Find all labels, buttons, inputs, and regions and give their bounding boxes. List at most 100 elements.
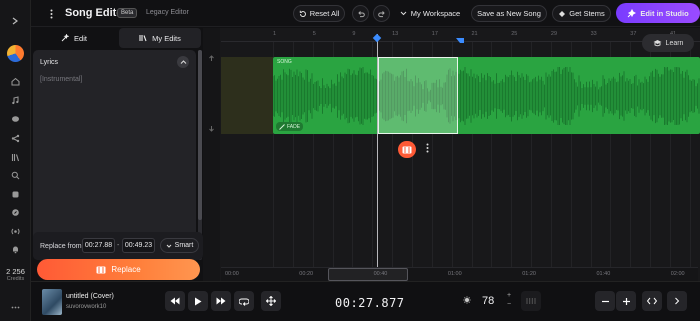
menu-icon[interactable]	[45, 5, 57, 22]
expand-sidebar-icon[interactable]	[8, 14, 22, 28]
save-as-new-song-button[interactable]: Save as New Song	[471, 5, 547, 22]
get-stems-button[interactable]: Get Stems	[552, 5, 611, 22]
song-cover-art[interactable]	[42, 289, 62, 315]
redo-button[interactable]	[373, 5, 390, 22]
song-title[interactable]: untitled (Cover)	[66, 293, 114, 300]
bpm-increase[interactable]: +	[507, 292, 511, 299]
snap-button[interactable]	[261, 291, 281, 311]
tab-edit[interactable]: Edit	[33, 28, 115, 48]
overview-time-label: 00:40	[373, 271, 388, 277]
library-icon[interactable]	[8, 150, 22, 164]
chat-icon[interactable]	[8, 112, 22, 126]
editor-header: Song Editor Beta Legacy Editor Reset All…	[31, 0, 700, 27]
metronome-icon[interactable]	[463, 296, 471, 306]
playhead[interactable]	[377, 34, 378, 281]
edit-in-studio-button[interactable]: Edit in Studio	[616, 3, 700, 23]
timeline[interactable]: 159131721252933374145 SONG FADE Learn	[203, 28, 700, 281]
fit-width-icon	[647, 297, 657, 305]
ruler-tick: 21	[471, 31, 478, 37]
follow-playhead-button[interactable]	[667, 291, 687, 311]
redo-icon	[377, 10, 385, 17]
range-separator: -	[117, 242, 120, 249]
fade-button[interactable]: FADE	[276, 122, 304, 131]
play-button[interactable]	[188, 291, 208, 311]
workspace-selector[interactable]: My Workspace	[395, 5, 465, 22]
clip-label: SONG	[277, 59, 292, 65]
explore-icon[interactable]	[8, 205, 22, 219]
selection-end-marker[interactable]	[456, 38, 464, 43]
learn-button[interactable]: Learn	[642, 34, 694, 52]
notifications-icon[interactable]	[8, 242, 22, 256]
graduation-cap-icon	[653, 40, 662, 47]
fit-width-button[interactable]	[642, 291, 662, 311]
tab-edit-label: Edit	[74, 33, 87, 43]
replace-selection-button[interactable]	[398, 141, 416, 158]
song-artist[interactable]: suvorovwork10	[66, 304, 106, 310]
share-icon[interactable]	[8, 131, 22, 145]
radio-icon[interactable]	[8, 224, 22, 238]
ruler-tick: 33	[590, 31, 597, 37]
beta-badge: Beta	[117, 8, 138, 18]
legacy-editor-link[interactable]: Legacy Editor	[146, 9, 189, 16]
overview-time-label: 02:00	[670, 271, 685, 277]
minus-icon	[601, 300, 609, 302]
zoom-in-button[interactable]	[616, 291, 636, 311]
chevron-right-icon	[675, 297, 680, 305]
tab-my-edits[interactable]: My Edits	[119, 28, 201, 48]
ruler-tick: 1	[273, 31, 277, 37]
grid-toggle-icon[interactable]	[521, 291, 541, 311]
bpm-decrease[interactable]: −	[507, 301, 511, 308]
undo-button[interactable]	[352, 5, 369, 22]
chevron-down-icon	[400, 11, 407, 16]
more-icon[interactable]	[8, 300, 22, 314]
loop-button[interactable]	[234, 291, 254, 311]
search-icon[interactable]	[8, 168, 22, 182]
ruler-tick: 29	[550, 31, 558, 37]
lyrics-text[interactable]: [Instrumental]	[40, 76, 82, 83]
lyrics-title: Lyrics	[40, 59, 59, 66]
collapse-lyrics-button[interactable]	[177, 56, 189, 68]
rewind-button[interactable]	[165, 291, 185, 311]
overview-time-label: 01:00	[447, 271, 462, 277]
replace-button[interactable]: Replace	[37, 259, 200, 280]
lyrics-editor[interactable]: Lyrics [Instrumental]	[33, 50, 196, 260]
panel-tabs: Edit My Edits	[33, 28, 203, 48]
zoom-out-button[interactable]	[595, 291, 615, 311]
fade-label: FADE	[287, 123, 301, 130]
replace-icon	[402, 146, 412, 153]
ruler-tick: 37	[630, 31, 637, 37]
fast-forward-button[interactable]	[211, 291, 231, 311]
reset-all-button[interactable]: Reset All	[293, 5, 345, 22]
chevron-down-icon	[166, 244, 172, 248]
credits-label: Credits	[6, 276, 25, 282]
save-as-new-song-label: Save as New Song	[477, 9, 541, 18]
credits-count: 2 256	[6, 267, 25, 276]
overview-time-label: 00:00	[225, 271, 239, 277]
hub-icon[interactable]	[8, 187, 22, 201]
replace-end-time-field[interactable]: 00:49.23	[122, 238, 155, 253]
panel-scrollbar[interactable]	[198, 50, 202, 260]
fade-icon	[279, 123, 285, 130]
move-down-icon[interactable]	[207, 125, 216, 134]
bpm-value[interactable]: 78	[482, 295, 494, 307]
learn-label: Learn	[665, 39, 684, 47]
user-avatar[interactable]	[7, 45, 24, 62]
selection-region[interactable]	[378, 57, 458, 134]
overview-scrollbar[interactable]: 00:00 00:20 00:40 01:00 01:20 01:40 02:00	[221, 267, 698, 281]
replace-start-time-field[interactable]: 00:27.88	[82, 238, 115, 253]
scrollbar-thumb[interactable]	[198, 50, 202, 220]
smart-mode-dropdown[interactable]: Smart	[160, 238, 199, 253]
reset-all-label: Reset All	[309, 9, 340, 18]
ruler-tick: 13	[392, 31, 399, 37]
get-stems-label: Get Stems	[569, 9, 605, 18]
selection-more-options-icon[interactable]	[422, 143, 432, 156]
ruler-tick: 5	[312, 31, 316, 37]
left-rail: 2 256 Credits	[0, 0, 31, 321]
song-clip[interactable]: SONG FADE	[273, 57, 700, 134]
move-up-icon[interactable]	[207, 55, 216, 64]
undo-icon	[357, 10, 365, 17]
music-note-icon[interactable]	[8, 93, 22, 107]
overview-viewport-window[interactable]	[328, 268, 408, 281]
home-icon[interactable]	[8, 74, 22, 88]
loop-icon	[239, 298, 249, 306]
